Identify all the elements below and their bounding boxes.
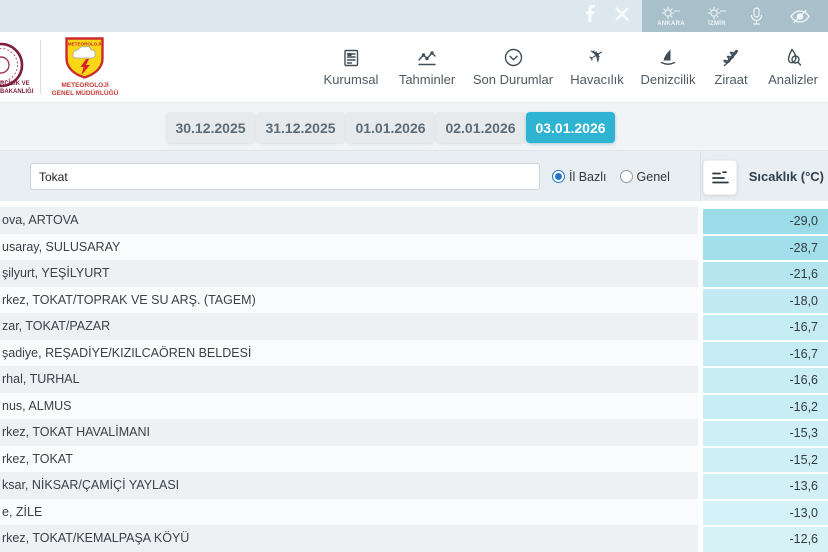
table-row: şadiye, REŞADİYE/KIZILCAÖREN BELDESİ -16…: [0, 340, 828, 367]
site-header: RCİLİK VE BAKANLIĞI METEOROLOJİ METEOROL…: [0, 32, 828, 103]
top-bar: ANKARA İZMİR: [0, 0, 828, 32]
temperature-value: -18,0: [703, 287, 828, 314]
x-twitter-icon[interactable]: [615, 7, 629, 26]
drop-magnifier-icon: [750, 41, 828, 68]
date-tab-active[interactable]: 03.01.2026: [526, 112, 615, 143]
weather-condition-icon: [707, 6, 727, 20]
temperature-value: -13,6: [703, 472, 828, 499]
nav-item-son-durumlar[interactable]: Son Durumlar: [470, 41, 556, 87]
table-row: rkez, TOKAT/KEMALPAŞA KÖYÜ -12,6: [0, 525, 828, 552]
station-name: usaray, SULUSARAY: [0, 234, 698, 261]
nav-label: Tahminler: [384, 72, 470, 87]
table-row: e, ZİLE -13,0: [0, 499, 828, 526]
date-tab[interactable]: 31.12.2025: [256, 112, 345, 143]
facebook-icon[interactable]: [585, 5, 595, 27]
radio-genel[interactable]: Genel: [620, 170, 670, 184]
weather-widget-izmir[interactable]: İZMİR: [694, 0, 740, 32]
mgm-shield-logo[interactable]: METEOROLOJİ: [64, 36, 105, 85]
station-name: rkez, TOKAT HAVALİMANI: [0, 419, 698, 446]
search-mode-radios: İl Bazlı Genel: [552, 151, 670, 202]
accessibility-button[interactable]: [782, 0, 818, 32]
table-row: rkez, TOKAT HAVALİMANI -15,3: [0, 419, 828, 446]
temperature-value: -16,7: [703, 313, 828, 340]
city-widget-label: ANKARA: [657, 21, 685, 27]
temperature-value: -15,2: [703, 446, 828, 473]
station-temperature-table: ova, ARTOVA -29,0 usaray, SULUSARAY -28,…: [0, 207, 828, 552]
voice-search-button[interactable]: [738, 0, 774, 32]
temperature-value: -21,6: [703, 260, 828, 287]
temperature-value: -12,6: [703, 525, 828, 552]
nav-label: Analizler: [750, 72, 828, 87]
station-name: rkez, TOKAT/KEMALPAŞA KÖYÜ: [0, 525, 698, 552]
station-name: rhal, TURHAL: [0, 366, 698, 393]
radio-il-bazli[interactable]: İl Bazlı: [552, 170, 607, 184]
date-tab-bar: 30.12.2025 31.12.2025 01.01.2026 02.01.2…: [0, 103, 828, 150]
city-widget-label: İZMİR: [708, 21, 726, 27]
nav-label: Kurumsal: [308, 72, 394, 87]
nav-label: Son Durumlar: [470, 72, 556, 87]
temperature-value: -15,3: [703, 419, 828, 446]
table-row: rkez, TOKAT -15,2: [0, 446, 828, 473]
table-row: ksar, NİKSAR/ÇAMİÇİ YAYLASI -13,6: [0, 472, 828, 499]
eye-slash-icon: [789, 9, 811, 24]
line-chart-icon: [384, 41, 470, 68]
radio-selected-icon: [552, 170, 565, 183]
svg-text:METEOROLOJİ: METEOROLOJİ: [68, 41, 101, 47]
nav-item-analizler[interactable]: Analizler: [750, 41, 828, 87]
table-row: usaray, SULUSARAY -28,7: [0, 234, 828, 261]
date-tabs: 30.12.2025 31.12.2025 01.01.2026 02.01.2…: [166, 112, 615, 143]
nav-item-kurumsal[interactable]: Kurumsal: [308, 41, 394, 87]
temperature-value: -13,0: [703, 499, 828, 526]
station-name: nus, ALMUS: [0, 393, 698, 420]
date-tab[interactable]: 02.01.2026: [436, 112, 525, 143]
temperature-column-header: Sıcaklık (°C): [698, 151, 826, 202]
table-row: şilyurt, YEŞİLYURT -21,6: [0, 260, 828, 287]
radio-label: Genel: [637, 170, 670, 184]
station-name: rkez, TOKAT: [0, 446, 698, 473]
table-row: zar, TOKAT/PAZAR -16,7: [0, 313, 828, 340]
temperature-value: -16,2: [703, 393, 828, 420]
station-name: şadiye, REŞADİYE/KIZILCAÖREN BELDESİ: [0, 340, 698, 367]
station-name: e, ZİLE: [0, 499, 698, 526]
microphone-icon: [750, 7, 763, 26]
table-row: rkez, TOKAT/TOPRAK VE SU ARŞ. (TAGEM) -1…: [0, 287, 828, 314]
table-row: nus, ALMUS -16,2: [0, 393, 828, 420]
station-name: rkez, TOKAT/TOPRAK VE SU ARŞ. (TAGEM): [0, 287, 698, 314]
document-icon: [308, 41, 394, 68]
radio-unselected-icon: [620, 170, 633, 183]
temperature-value: -29,0: [703, 207, 828, 234]
temperature-value: -16,7: [703, 340, 828, 367]
nav-item-tahminler[interactable]: Tahminler: [384, 41, 470, 87]
table-row: rhal, TURHAL -16,6: [0, 366, 828, 393]
temperature-value: -16,6: [703, 366, 828, 393]
filter-bar: İl Bazlı Genel Sıcaklık (°C): [0, 150, 828, 201]
radio-label: İl Bazlı: [569, 170, 607, 184]
weather-widget-ankara[interactable]: ANKARA: [648, 0, 694, 32]
station-name: ksar, NİKSAR/ÇAMİÇİ YAYLASI: [0, 472, 698, 499]
social-links: [574, 0, 640, 32]
mgm-name: METEOROLOJİ GENEL MÜDÜRLÜĞÜ: [39, 82, 131, 98]
date-tab[interactable]: 01.01.2026: [346, 112, 435, 143]
table-row: ova, ARTOVA -29,0: [0, 207, 828, 234]
temperature-value: -28,7: [703, 234, 828, 261]
station-name: ova, ARTOVA: [0, 207, 698, 234]
weather-condition-icon: [661, 6, 681, 20]
station-name: şilyurt, YEŞİLYURT: [0, 260, 698, 287]
search-input[interactable]: [30, 163, 540, 190]
date-tab[interactable]: 30.12.2025: [166, 112, 255, 143]
station-name: zar, TOKAT/PAZAR: [0, 313, 698, 340]
circle-chevron-down-icon: [470, 41, 556, 68]
